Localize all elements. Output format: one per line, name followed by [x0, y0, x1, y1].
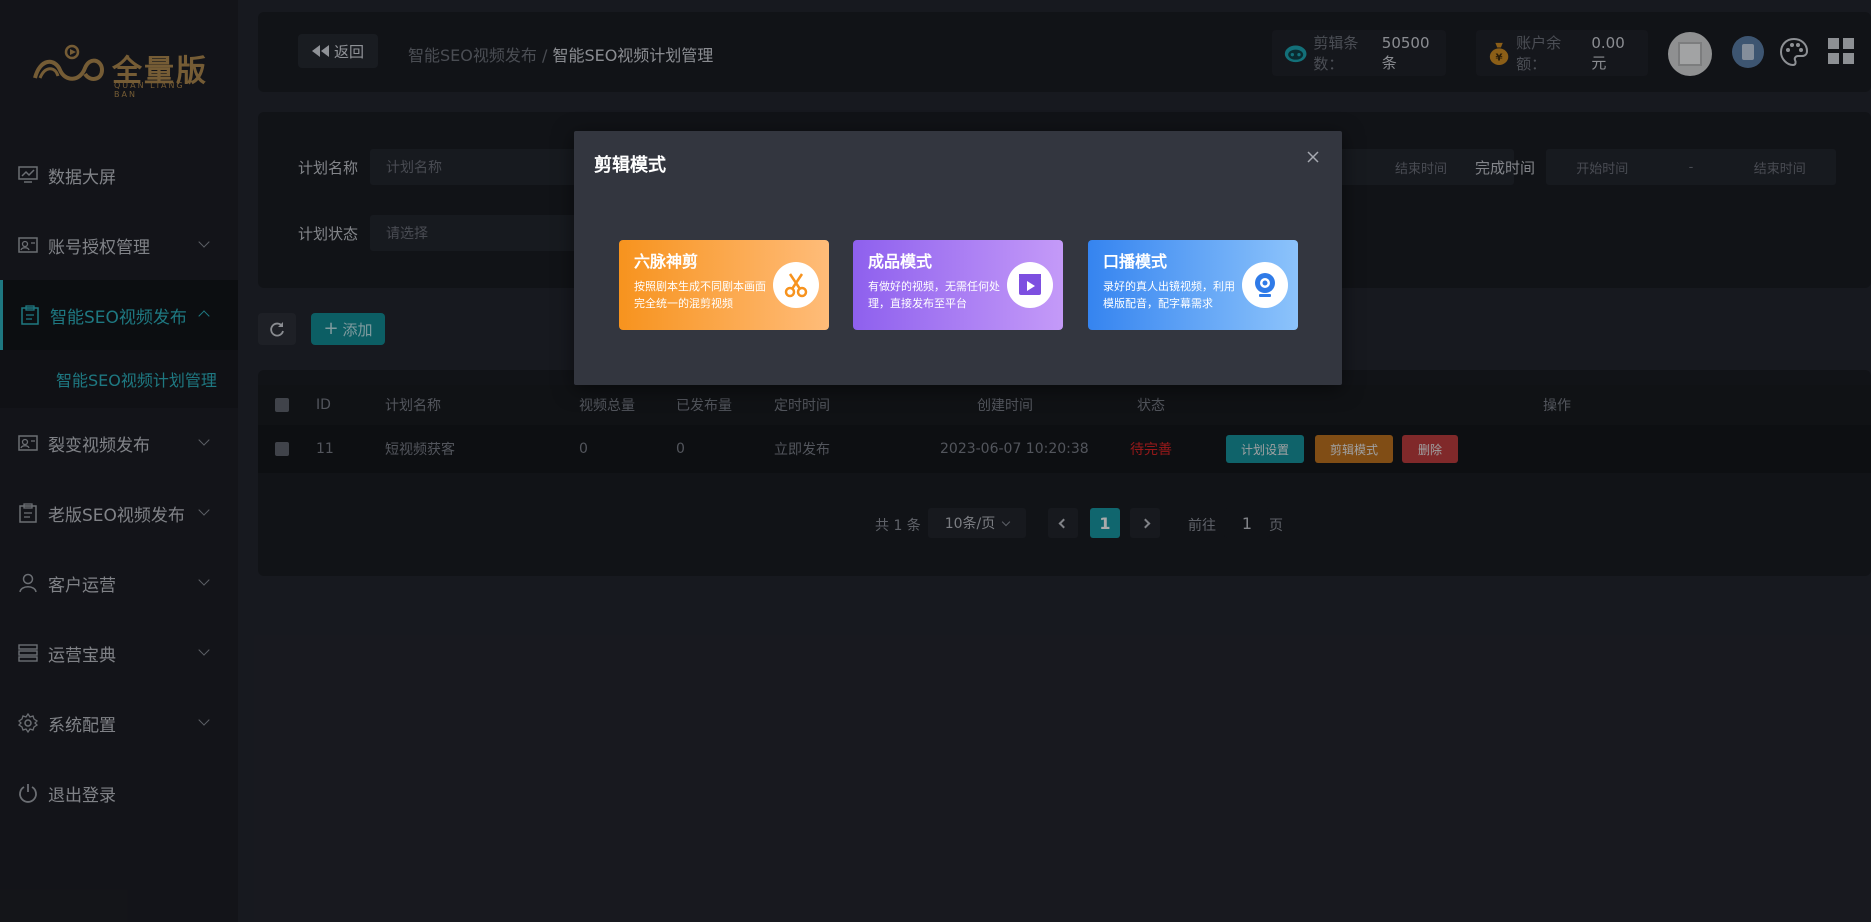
card-title: 成品模式	[868, 252, 933, 271]
webcam-icon	[1242, 262, 1288, 308]
card-description: 录好的真人出镜视频，利用模版配音，配字幕需求	[1103, 280, 1235, 310]
card-title: 六脉神剪	[634, 252, 699, 271]
mode-card-six-pulse[interactable]: 六脉神剪 按照剧本生成不同剧本画面完全统一的混剪视频	[619, 240, 829, 330]
card-description: 有做好的视频，无需任何处理，直接发布至平台	[868, 280, 1000, 310]
mode-card-finished[interactable]: 成品模式 有做好的视频，无需任何处理，直接发布至平台	[853, 240, 1063, 330]
card-title: 口播模式	[1103, 252, 1168, 271]
card-description: 按照剧本生成不同剧本画面完全统一的混剪视频	[634, 280, 766, 310]
scissors-icon	[773, 262, 819, 308]
dialog-title: 剪辑模式	[594, 155, 666, 176]
edit-mode-dialog: 剪辑模式 六脉神剪 按照剧本生成不同剧本画面完全统一的混剪视频 成品模式 有做好…	[574, 131, 1342, 385]
close-icon[interactable]	[1306, 149, 1320, 163]
mode-card-voiceover[interactable]: 口播模式 录好的真人出镜视频，利用模版配音，配字幕需求	[1088, 240, 1298, 330]
video-play-icon	[1007, 262, 1053, 308]
